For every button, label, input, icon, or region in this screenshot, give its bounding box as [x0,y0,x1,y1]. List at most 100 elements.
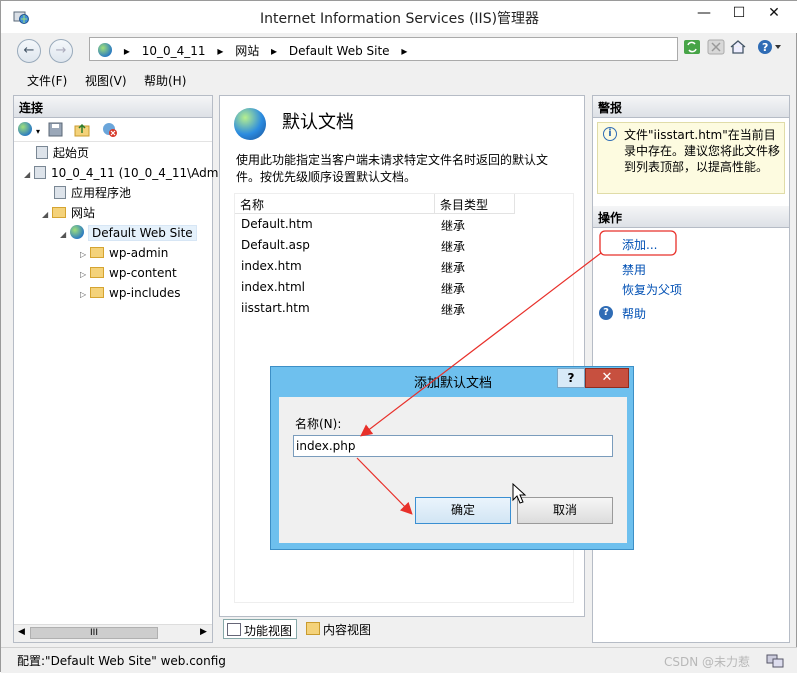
menu-bar: 文件(F) 视图(V) 帮助(H) [1,69,798,91]
forward-button[interactable]: → [49,39,73,63]
row-name: index.html [241,280,305,294]
tree-folder-wp-admin[interactable]: ▷ wp-admin [80,244,168,263]
tree-app-pools[interactable]: 应用程序池 [44,184,131,203]
page-title: 默认文档 [282,112,354,133]
breadcrumb-sites[interactable]: 网站 [235,44,259,58]
expand-icon[interactable]: ▷ [80,285,90,304]
breadcrumb-server[interactable]: 10_0_4_11 [142,44,206,58]
breadcrumb-separator: ▸ [271,44,278,58]
breadcrumb-separator: ▸ [123,44,130,58]
revert-to-parent-link[interactable]: 恢复为父项 [622,281,682,298]
close-window-button[interactable]: ✕ [754,1,794,25]
folder-icon [90,247,104,258]
help-action-link[interactable]: 帮助 [622,305,646,322]
connections-header: 连接 [14,96,212,118]
row-type: 继承 [441,240,466,254]
dialog-help-button[interactable]: ? [557,368,585,388]
menu-view[interactable]: 视图(V) [85,72,127,89]
table-row[interactable]: index.htm 继承 [235,256,575,277]
tree-folder-wp-includes[interactable]: ▷ wp-includes [80,284,181,303]
row-type: 继承 [441,219,466,233]
tab-content-label: 内容视图 [323,623,372,637]
up-level-icon[interactable] [74,122,90,140]
globe-icon [98,43,112,57]
dialog-close-button[interactable]: ✕ [585,368,629,388]
svg-text:?: ? [762,41,768,54]
tab-content-view[interactable]: 内容视图 [303,619,375,639]
scroll-right-icon[interactable]: ▶ [200,627,207,637]
folder-icon [90,287,104,298]
features-view-icon [227,623,241,636]
horizontal-scrollbar[interactable]: ◀ III ▶ [14,624,212,642]
table-row[interactable]: index.html 继承 [235,277,575,298]
row-type: 继承 [441,261,466,275]
expand-icon[interactable]: ▷ [80,245,90,264]
table-row[interactable]: Default.asp 继承 [235,235,575,256]
tab-features-label: 功能视图 [244,624,293,638]
maximize-button[interactable]: ☐ [724,1,754,25]
tree-default-site-label: Default Web Site [88,225,197,241]
menu-help[interactable]: 帮助(H) [144,72,186,89]
table-row[interactable]: Default.htm 继承 [235,214,575,235]
breadcrumb-default-site[interactable]: Default Web Site [289,44,390,58]
status-text: 配置:"Default Web Site" web.config [17,654,226,668]
expand-icon[interactable]: ▷ [80,265,90,284]
info-icon: i [603,127,617,141]
row-name: Default.asp [241,238,310,252]
add-action-link[interactable]: 添加... [622,236,657,253]
alert-box: i 文件"iisstart.htm"在当前目录中存在。建议您将此文件移到列表顶部… [597,122,785,194]
tab-features-view[interactable]: 功能视图 [223,619,298,639]
title-bar: Internet Information Services (IIS)管理器 —… [1,1,798,33]
row-type: 继承 [441,303,466,317]
refresh-icon[interactable] [683,39,703,57]
help-menu-icon[interactable]: ? [757,39,781,57]
breadcrumb: ▸ 10_0_4_11 ▸ 网站 ▸ Default Web Site ▸ [98,42,415,59]
address-row: ← → ▸ 10_0_4_11 ▸ 网站 ▸ Default Web Site … [1,33,798,67]
watermark: CSDN @未力惹 [664,655,751,669]
sites-folder-icon [52,207,66,218]
save-icon[interactable] [48,122,63,140]
content-view-icon [306,622,320,635]
home-icon[interactable] [729,39,749,57]
tree-sites[interactable]: ◢ 网站 [42,204,95,223]
tree-folder-label: wp-includes [109,286,181,300]
collapse-icon[interactable]: ◢ [60,225,70,244]
background-window-edge [797,0,805,678]
column-header-type[interactable]: 条目类型 [435,194,515,214]
ok-button[interactable]: 确定 [415,497,511,524]
table-row[interactable]: iisstart.htm 继承 [235,298,575,319]
network-status-icon [765,652,785,671]
arrow-right-icon: → [55,43,67,58]
column-header-name[interactable]: 名称 [235,194,435,214]
start-page-icon [36,146,48,159]
row-name: iisstart.htm [241,301,310,315]
tree-folder-wp-content[interactable]: ▷ wp-content [80,264,177,283]
back-button[interactable]: ← [17,39,41,63]
add-default-document-dialog: 添加默认文档 ? ✕ 名称(N): 确定 取消 [270,366,634,550]
collapse-icon[interactable]: ◢ [42,205,52,224]
arrow-left-icon: ← [23,43,35,58]
delete-connection-icon[interactable] [102,122,118,140]
tree-start-page[interactable]: 起始页 [26,144,89,163]
dialog-body: 名称(N): 确定 取消 [279,397,627,543]
tree-start-page-label: 起始页 [53,146,90,160]
collapse-icon[interactable]: ◢ [24,165,34,184]
tree-server-label: 10_0_4_11 (10_0_4_11\Adm [51,166,219,180]
menu-file[interactable]: 文件(F) [27,72,67,89]
scroll-thumb[interactable]: III [30,627,158,639]
help-icon[interactable]: ? [599,306,613,320]
connect-globe-icon[interactable]: ▾ [18,122,40,137]
scroll-left-icon[interactable]: ◀ [18,627,25,637]
address-bar[interactable]: ▸ 10_0_4_11 ▸ 网站 ▸ Default Web Site ▸ [89,37,678,61]
name-label: 名称(N): [295,417,342,431]
server-icon [34,166,46,179]
tree-server[interactable]: ◢ 10_0_4_11 (10_0_4_11\Adm [24,164,218,183]
cancel-button[interactable]: 取消 [517,497,613,524]
minimize-button[interactable]: — [684,1,724,25]
name-input[interactable] [293,435,613,457]
disable-action-link[interactable]: 禁用 [622,261,646,278]
tree-app-pools-label: 应用程序池 [71,186,132,200]
connections-pane: 连接 ▾ 起始页 ◢ 10_0_4_11 (10_0_4_11\Adm 应用程序池… [13,95,218,643]
tree-default-site[interactable]: ◢ Default Web Site [60,224,197,243]
stop-icon[interactable] [707,39,727,57]
